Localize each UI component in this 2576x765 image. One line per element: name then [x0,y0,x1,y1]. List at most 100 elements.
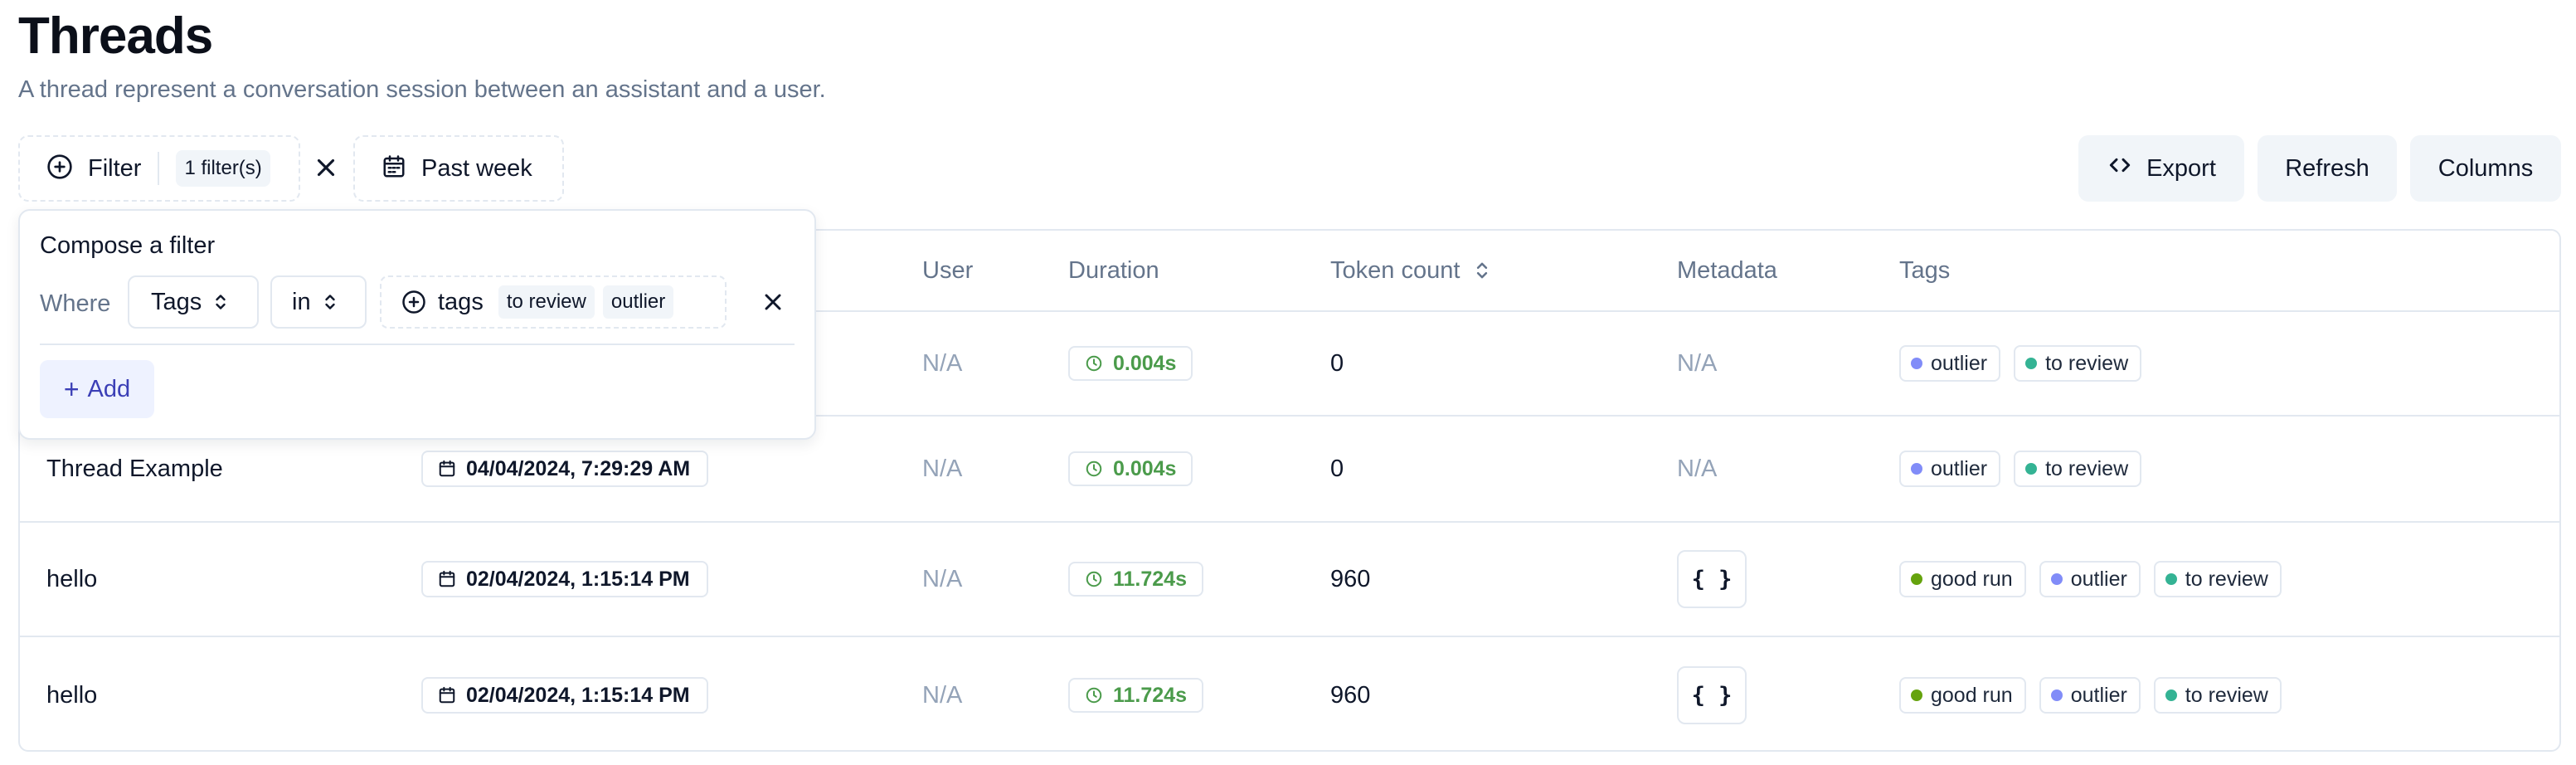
duration-value: 0.004s [1113,456,1177,480]
clear-filters-icon[interactable] [312,153,340,182]
clock-icon [1085,686,1103,704]
tag-label: to review [2185,567,2268,591]
export-button-label: Export [2146,154,2216,182]
created-at-badge: 04/04/2024, 7:29:29 AM [421,451,709,487]
sort-icon[interactable] [1473,260,1491,281]
created-at-cell: 02/04/2024, 1:15:14 PM [421,637,708,750]
tag-label: outlier [2070,567,2127,591]
add-condition-label: Add [87,375,131,402]
add-condition-button[interactable]: + Add [40,360,154,418]
created-at-value: 04/04/2024, 7:29:29 AM [466,456,691,480]
field-select[interactable]: Tags [128,275,259,329]
duration-badge: 11.724s [1068,678,1203,713]
created-at-value: 02/04/2024, 1:15:14 PM [466,683,690,707]
tag-label: good run [1931,567,2013,591]
tag-dot [2025,463,2038,475]
plus-circle-icon [46,153,73,184]
calendar-icon [382,154,406,183]
chevrons-up-down-icon [323,292,338,312]
column-header-token-count[interactable]: Token count [1330,231,1491,310]
table-row[interactable]: hello 02/04/2024, 1:15:14 PM N/A 11.724s… [20,523,2559,637]
tags-cell: good run outlier to review [1899,523,2282,636]
token-count-cell: 960 [1330,565,1371,592]
field-select-value: Tags [151,288,202,315]
tag-to-review: to review [2153,677,2282,714]
tag-dot [2165,689,2177,701]
calendar-icon [438,686,456,704]
column-header-token-count-label: Token count [1330,256,1461,284]
tag-label: outlier [1931,351,1988,375]
duration-cell: 0.004s [1068,312,1193,415]
created-at-value: 02/04/2024, 1:15:14 PM [466,567,690,591]
popover-divider [40,344,795,345]
tag-to-review: to review [2014,451,2142,487]
selected-value-chip: to review [498,285,595,319]
duration-cell: 11.724s [1068,637,1203,750]
tag-label: outlier [1931,456,1988,480]
clock-icon [1085,354,1103,373]
created-at-cell: 02/04/2024, 1:15:14 PM [421,523,708,636]
operator-select-value: in [292,288,311,315]
token-count-cell: 960 [1330,681,1371,709]
calendar-icon [438,570,456,588]
duration-badge: 0.004s [1068,451,1193,486]
column-header-metadata: Metadata [1677,256,1777,284]
code-icon [2107,152,2133,185]
filter-button-label: Filter [88,154,142,182]
popover-title: Compose a filter [40,232,216,259]
tag-outlier: outlier [1899,345,2001,382]
filter-button[interactable]: Filter 1 filter(s) [18,135,300,202]
thread-name-cell: hello [46,565,98,592]
plus-circle-icon [401,290,426,314]
tag-label: to review [2045,351,2129,375]
remove-condition-icon[interactable] [760,289,786,315]
metadata-json-button[interactable]: { } [1677,550,1747,608]
duration-badge: 0.004s [1068,346,1193,381]
tag-dot [2050,573,2063,585]
column-header-tags: Tags [1899,256,1951,284]
duration-cell: 11.724s [1068,523,1203,636]
operator-select[interactable]: in [270,275,367,329]
plus-icon: + [63,373,80,404]
tag-good-run: good run [1899,677,2026,714]
date-range-button[interactable]: Past week [353,135,564,202]
tag-label: to review [2185,683,2268,707]
columns-button[interactable]: Columns [2410,135,2561,202]
tags-cell: outlier to review [1899,417,2142,521]
tag-outlier: outlier [1899,451,2001,487]
token-count-cell: 0 [1330,349,1344,377]
filter-count-badge: 1 filter(s) [176,150,270,187]
tag-label: outlier [2070,683,2127,707]
user-cell: N/A [922,565,963,592]
tag-dot [2025,358,2038,369]
refresh-button[interactable]: Refresh [2258,135,2397,202]
tag-outlier: outlier [2039,677,2141,714]
created-at-badge: 02/04/2024, 1:15:14 PM [421,561,708,597]
metadata-json-button[interactable]: { } [1677,666,1747,724]
clock-icon [1085,570,1103,588]
clock-icon [1085,460,1103,478]
token-count-cell: 0 [1330,455,1344,482]
created-at-badge: 02/04/2024, 1:15:14 PM [421,677,708,714]
column-header-duration: Duration [1068,256,1159,284]
metadata-cell: { } [1677,523,1747,636]
tag-dot [1911,463,1922,475]
table-row[interactable]: hello 02/04/2024, 1:15:14 PM N/A 11.724s… [20,637,2559,750]
tags-cell: good run outlier to review [1899,637,2282,750]
tag-dot [2165,573,2177,585]
tag-to-review: to review [2014,345,2142,382]
metadata-cell: { } [1677,637,1747,750]
calendar-icon [438,460,456,478]
export-button[interactable]: Export [2078,135,2244,202]
page-subtitle: A thread represent a conversation sessio… [18,76,826,103]
tag-good-run: good run [1899,561,2026,597]
duration-value: 11.724s [1113,567,1187,591]
tag-to-review: to review [2153,561,2282,597]
value-multiselect-label: tags [438,288,484,315]
metadata-cell: N/A [1677,455,1718,482]
tag-dot [1911,689,1922,701]
duration-value: 0.004s [1113,351,1177,375]
value-multiselect[interactable]: tags to review outlier [380,275,727,329]
tag-label: to review [2045,456,2129,480]
tag-dot [1911,358,1922,369]
